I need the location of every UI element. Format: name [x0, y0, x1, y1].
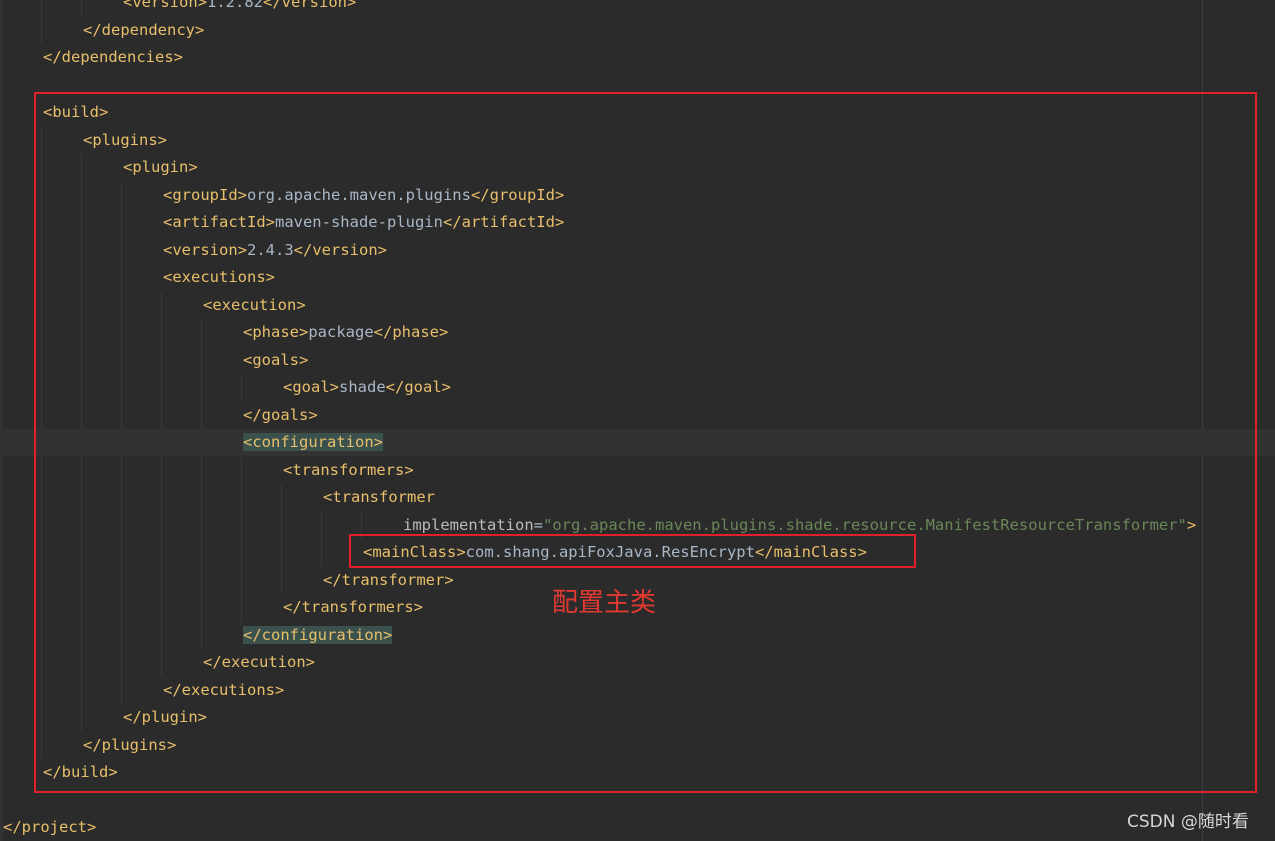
code-token: </version> — [263, 0, 357, 11]
indent-guide — [81, 0, 82, 17]
mainclass-highlight-box — [349, 534, 916, 568]
code-line-content: </dependency> — [83, 17, 204, 44]
code-token: </dependency> — [83, 20, 205, 39]
build-section-highlight-box — [34, 92, 1257, 793]
code-token: </dependencies> — [43, 48, 183, 66]
watermark: CSDN @随时看 — [1127, 812, 1249, 832]
code-editor[interactable]: <version>1.2.82</version> </dependency> </… — [0, 0, 1275, 841]
code-token: <version> — [123, 0, 207, 11]
code-line-content: </dependencies> — [43, 44, 183, 71]
code-line-content: <version>1.2.82</version> — [123, 0, 356, 16]
annotation-label: 配置主类 — [552, 588, 657, 618]
indent-guide — [41, 0, 42, 44]
editor-gutter — [0, 0, 3, 841]
code-token: </project> — [3, 818, 97, 836]
code-token: 1.2.82 — [207, 0, 263, 11]
code-line-content: </project> — [3, 814, 96, 841]
